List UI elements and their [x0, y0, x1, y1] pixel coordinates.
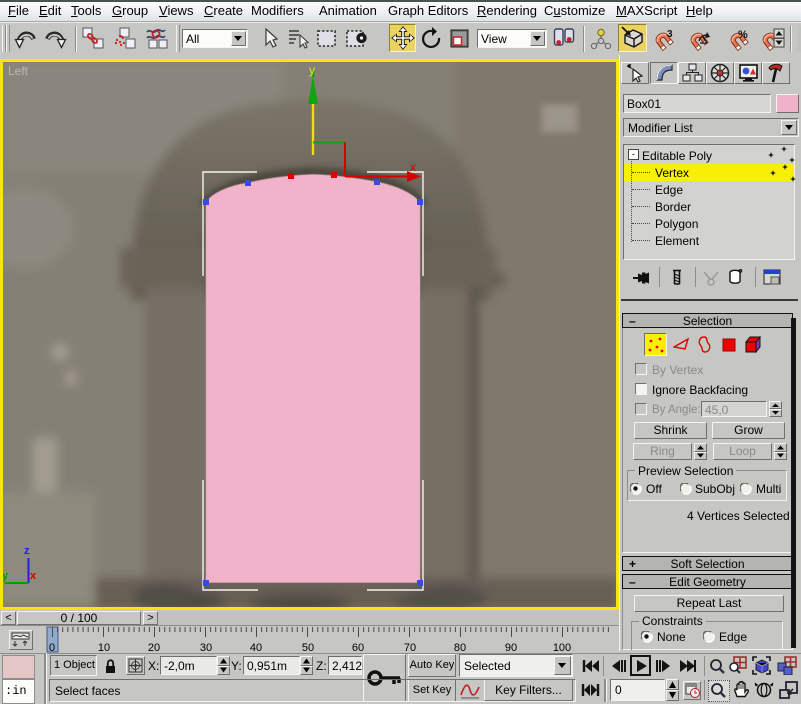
svg-text:y: y	[3, 570, 9, 582]
svg-text:%: %	[738, 29, 748, 41]
svg-text:x: x	[30, 570, 37, 582]
svg-text:40: 40	[250, 642, 262, 653]
svg-text:y: y	[309, 63, 315, 77]
svg-text:z: z	[24, 545, 30, 557]
svg-text:Left: Left	[8, 64, 29, 78]
svg-text:3: 3	[667, 29, 673, 40]
svg-text:10: 10	[98, 642, 110, 653]
svg-text:20: 20	[148, 642, 160, 653]
svg-text:30: 30	[200, 642, 212, 653]
svg-text:x: x	[410, 160, 416, 174]
svg-text:100: 100	[553, 642, 571, 653]
svg-text:0: 0	[49, 642, 55, 653]
svg-text:60: 60	[352, 642, 364, 653]
svg-text:50: 50	[302, 642, 314, 653]
svg-text:80: 80	[454, 642, 466, 653]
svg-text:70: 70	[404, 642, 416, 653]
svg-text:90: 90	[505, 642, 517, 653]
